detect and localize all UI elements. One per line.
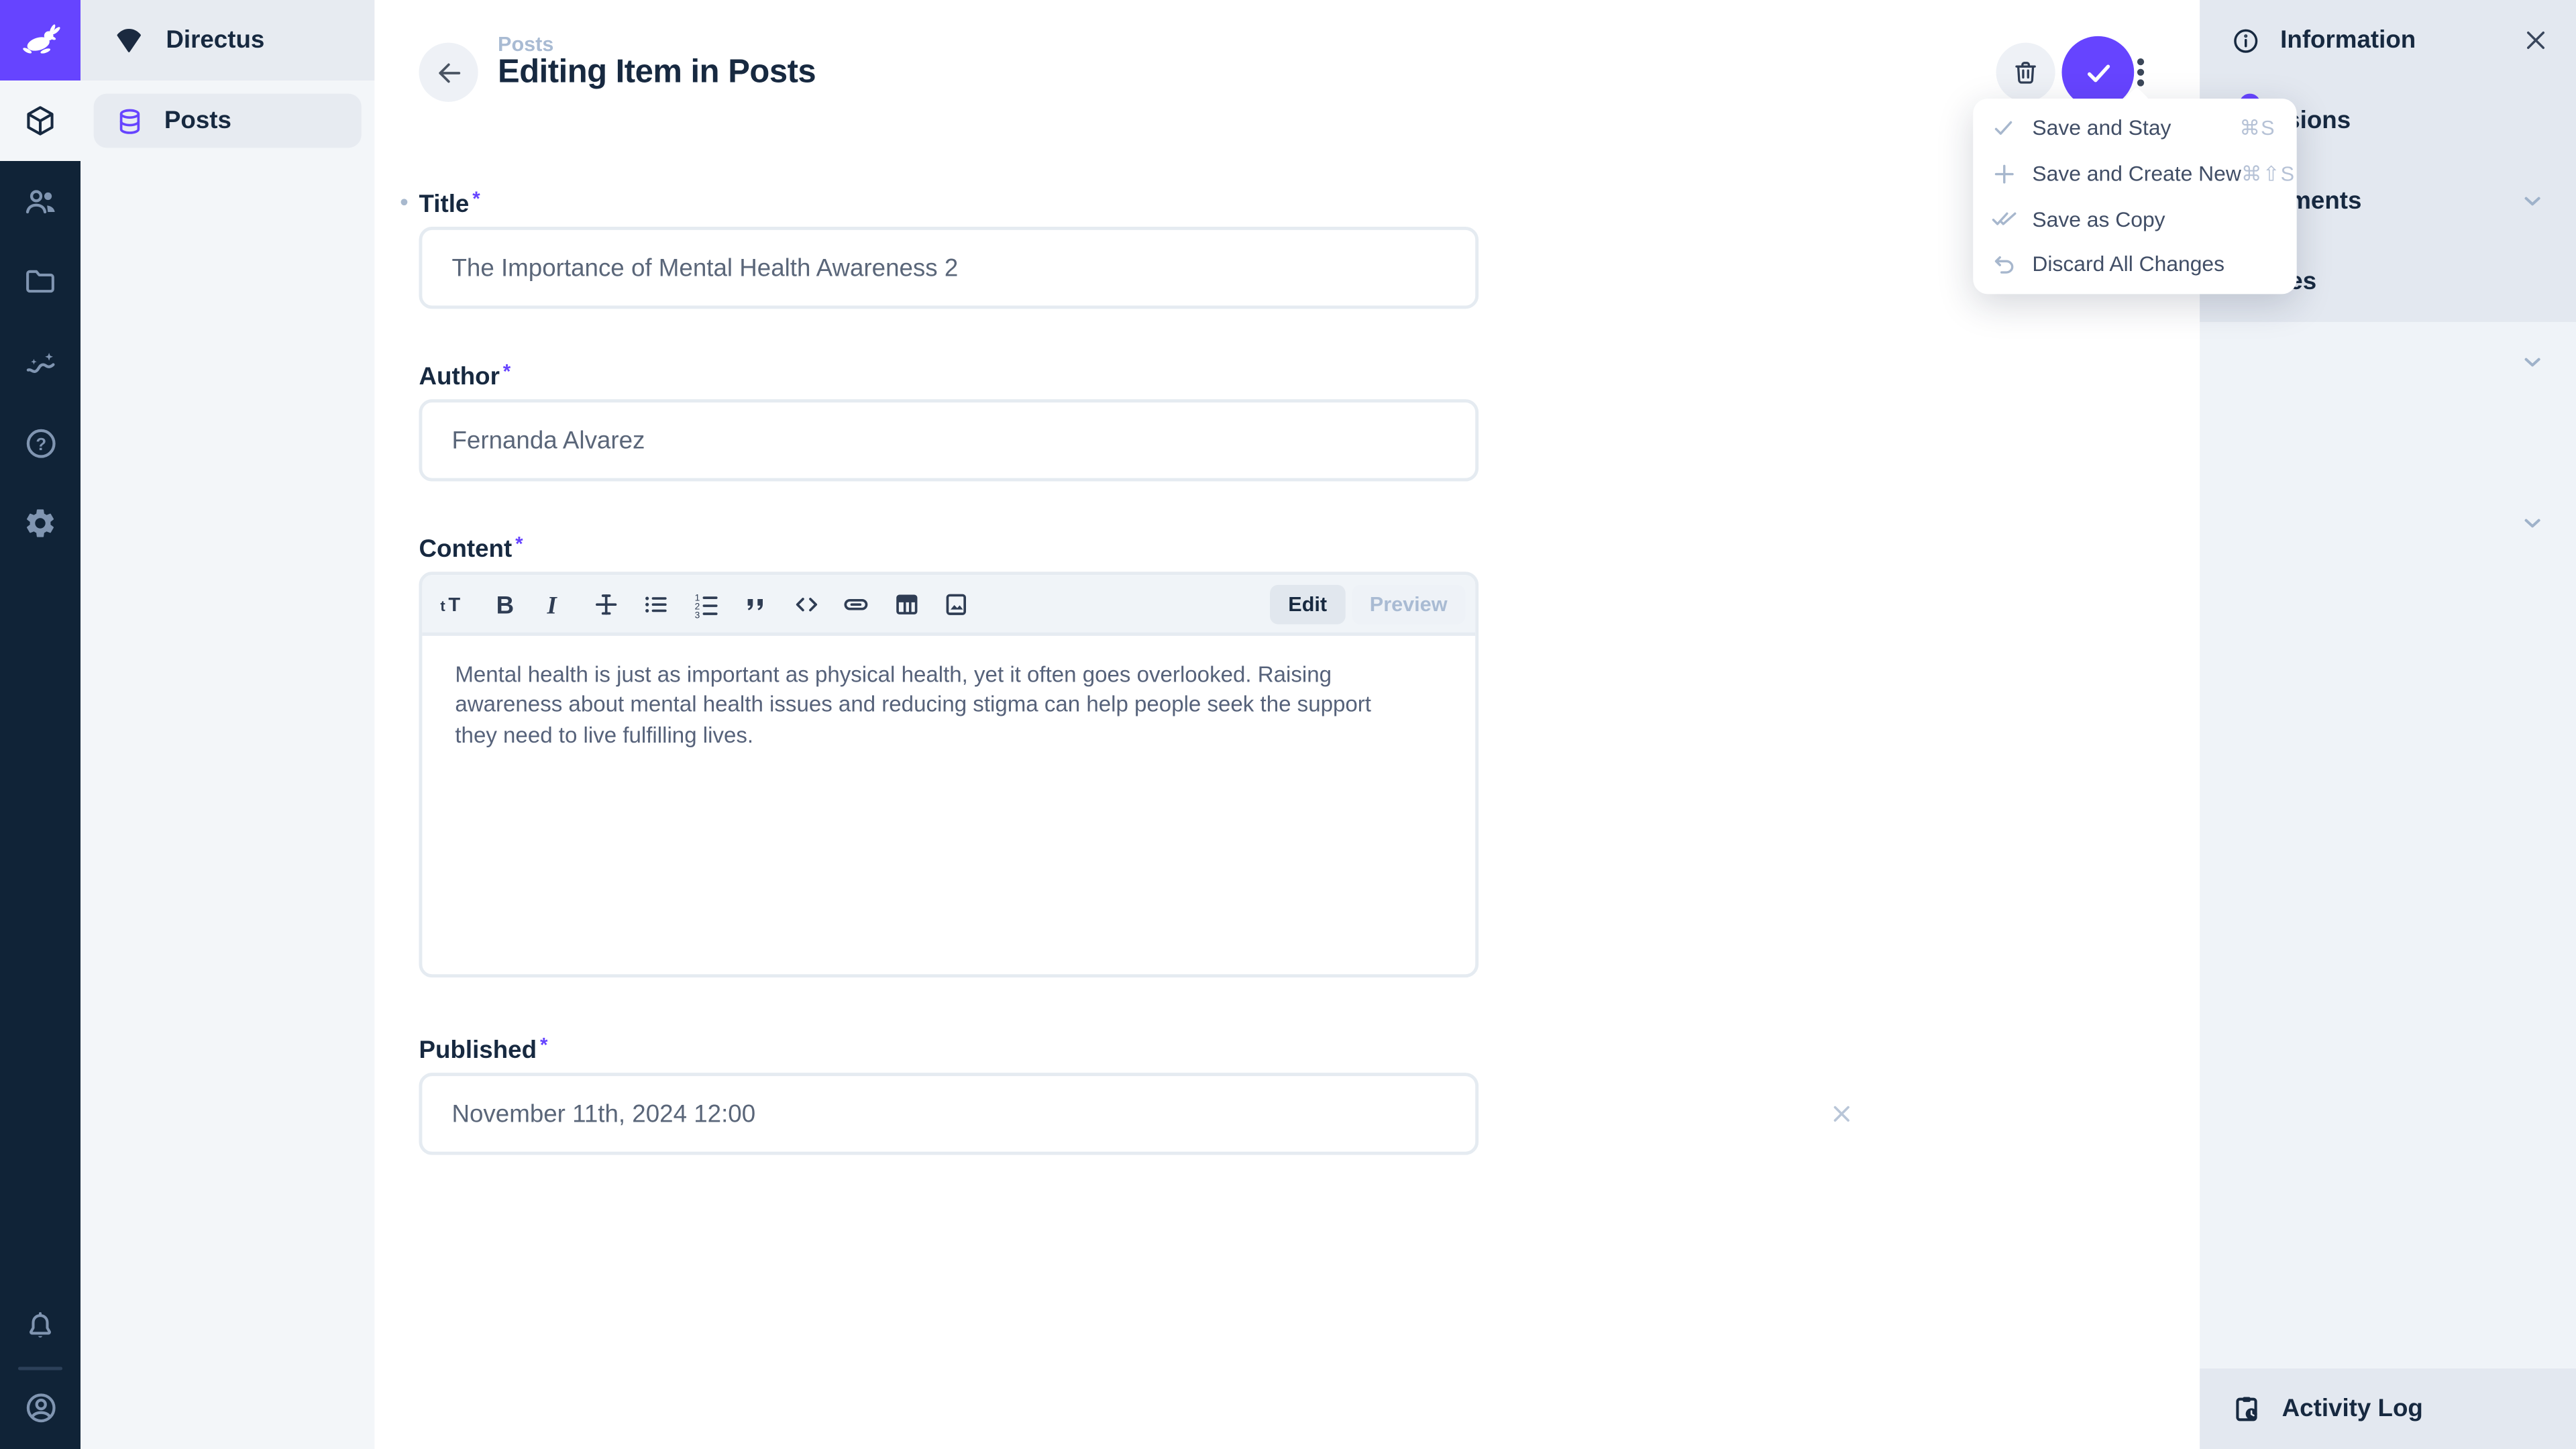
title-input[interactable] [419, 227, 1479, 309]
strikethrough-icon[interactable] [590, 589, 620, 619]
published-input[interactable] [419, 1073, 1479, 1155]
plus-icon [1991, 160, 2017, 186]
module-insights[interactable] [0, 322, 80, 402]
shortcut-hint: ⌘⇧S [2241, 161, 2295, 186]
project-bar[interactable]: Directus [80, 0, 374, 80]
author-field-label: Author* [419, 360, 511, 391]
notifications-button[interactable] [0, 1287, 80, 1367]
delete-button[interactable] [1996, 43, 2055, 102]
editor-toolbar: tT B I 123 Edit Preview [422, 575, 1475, 636]
nav-item-label: Posts [164, 107, 231, 135]
menu-item-save-and-create-new[interactable]: Save and Create New ⌘⇧S [1973, 151, 2296, 197]
arrow-left-icon [433, 56, 464, 88]
italic-icon[interactable]: I [541, 589, 570, 619]
svg-text:B: B [495, 590, 513, 618]
numbered-list-icon[interactable]: 123 [691, 589, 720, 619]
bold-icon[interactable]: B [490, 589, 520, 619]
database-icon [115, 106, 144, 136]
code-icon[interactable] [791, 589, 820, 619]
menu-item-save-as-copy[interactable]: Save as Copy [1973, 196, 2296, 241]
save-options-menu: Save and Stay ⌘S Save and Create New ⌘⇧S… [1973, 99, 2296, 294]
required-marker: * [540, 1033, 547, 1056]
directus-logo[interactable] [0, 0, 80, 80]
breadcrumb[interactable]: Posts [498, 33, 553, 56]
project-name: Directus [166, 26, 264, 54]
module-user-directory[interactable] [0, 161, 80, 241]
folder-icon [23, 264, 57, 299]
svg-text:t: t [440, 597, 445, 614]
bullet-list-icon[interactable] [641, 589, 670, 619]
module-documentation[interactable]: ? [0, 402, 80, 483]
trash-icon [2011, 58, 2041, 87]
users-icon [22, 183, 58, 219]
tab-edit[interactable]: Edit [1270, 585, 1345, 625]
blockquote-icon[interactable] [741, 589, 770, 619]
check-icon [1991, 115, 2017, 141]
chevron-down-icon [2518, 348, 2546, 376]
avatar-icon [22, 1389, 58, 1426]
svg-text:3: 3 [694, 609, 699, 619]
chevron-down-icon [2518, 509, 2546, 537]
menu-item-save-and-stay[interactable]: Save and Stay ⌘S [1973, 105, 2296, 151]
help-icon: ? [22, 425, 58, 461]
vertical-dots-icon [2125, 52, 2157, 92]
menu-item-discard-all-changes[interactable]: Discard All Changes [1973, 241, 2296, 287]
close-sidebar-icon[interactable] [2522, 26, 2550, 54]
shortcut-hint: ⌘S [2239, 115, 2275, 140]
nav-item-posts[interactable]: Posts [94, 94, 362, 148]
table-icon[interactable] [892, 589, 921, 619]
rabbit-logo-icon [18, 18, 62, 62]
module-file-library[interactable] [0, 241, 80, 322]
content-textarea[interactable]: Mental health is just as important as ph… [422, 636, 1475, 751]
clear-date-icon[interactable] [1829, 1101, 2174, 1127]
back-button[interactable] [419, 43, 478, 102]
activity-log-icon [2231, 1393, 2263, 1425]
info-icon [2231, 25, 2261, 55]
tab-preview[interactable]: Preview [1352, 585, 1466, 625]
edited-indicator-dot [401, 199, 408, 205]
svg-text:?: ? [35, 435, 46, 453]
markdown-editor: tT B I 123 Edit Preview Mental health is… [419, 572, 1479, 977]
insights-icon [22, 344, 58, 380]
navigation-panel: Directus Posts [80, 0, 374, 1449]
content-field-label: Content* [419, 532, 523, 564]
sidebar-header: Information [2200, 0, 2576, 80]
module-settings[interactable] [0, 483, 80, 564]
double-check-icon [1991, 206, 2017, 232]
gear-icon [23, 506, 57, 540]
required-marker: * [503, 360, 511, 382]
directus-app: ? [0, 0, 2576, 1449]
page-title: Editing Item in Posts [498, 54, 816, 92]
cube-icon [23, 103, 57, 138]
image-icon[interactable] [941, 589, 971, 619]
svg-text:T: T [448, 594, 460, 615]
check-icon [2081, 55, 2115, 89]
published-field-label: Published* [419, 1033, 547, 1065]
account-button[interactable] [0, 1367, 80, 1448]
save-button[interactable] [2061, 36, 2134, 109]
activity-log-button[interactable]: Activity Log [2200, 1368, 2576, 1449]
required-marker: * [472, 187, 480, 210]
author-input[interactable] [419, 399, 1479, 481]
editor-tabs: Edit Preview [1270, 585, 1465, 625]
activity-log-label: Activity Log [2282, 1395, 2423, 1423]
title-field-label: Title* [419, 187, 480, 219]
main-content: Posts Editing Item in Posts Title* Autho… [374, 0, 2200, 1449]
undo-icon [1991, 251, 2017, 277]
link-icon[interactable] [841, 589, 871, 619]
svg-text:I: I [547, 590, 558, 618]
required-marker: * [515, 532, 523, 555]
heading-icon[interactable]: tT [440, 589, 470, 619]
project-fan-icon [113, 25, 145, 56]
bell-icon [23, 1309, 57, 1344]
module-content[interactable] [0, 80, 80, 161]
more-options-button[interactable] [2125, 52, 2157, 92]
sidebar-title: Information [2280, 26, 2416, 54]
module-bar: ? [0, 0, 80, 1449]
